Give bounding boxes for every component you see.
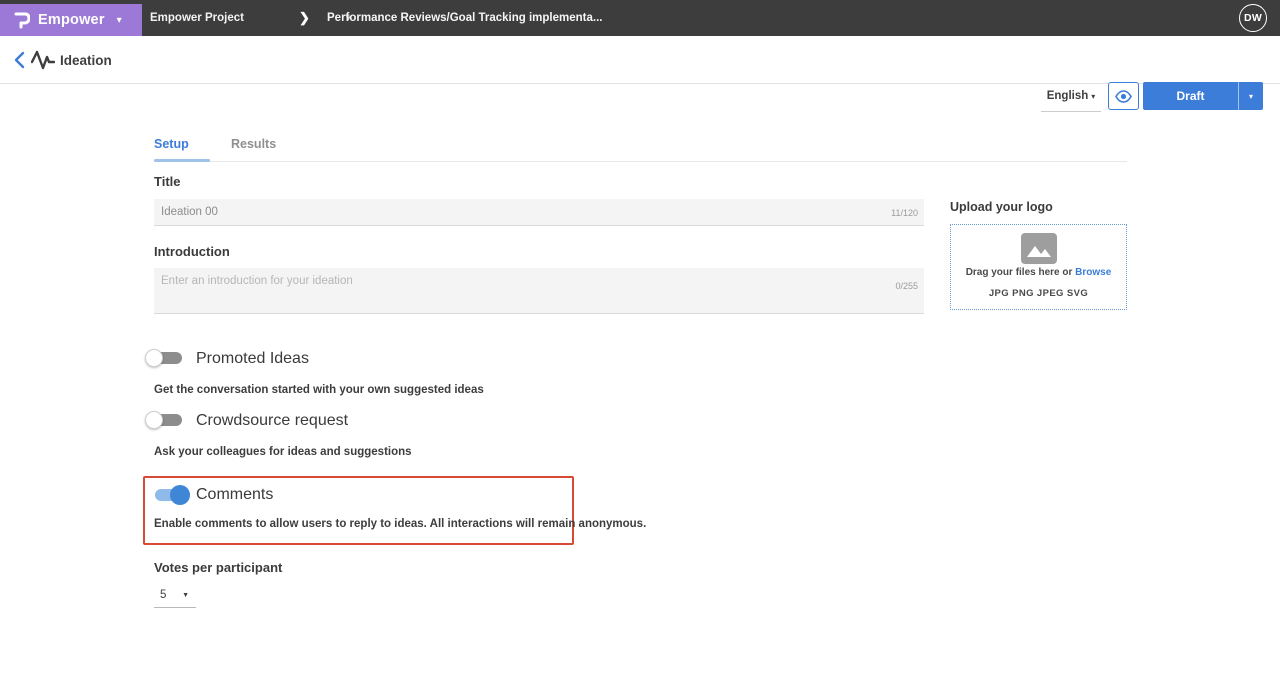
project-selector[interactable]: Empower Project ▾: [150, 0, 350, 36]
comments-caption: Enable comments to allow users to reply …: [154, 518, 647, 530]
chevron-down-icon: ▾: [116, 14, 122, 26]
language-selector[interactable]: English ▾: [1041, 86, 1101, 112]
status-split-button: Draft ▾: [1143, 82, 1263, 110]
dropzone-hint: Drag your files here or Browse: [951, 267, 1126, 278]
crowdsource-request-toggle[interactable]: [145, 409, 185, 431]
votes-select-value: 5: [160, 589, 167, 601]
title-char-counter: 11/120: [891, 208, 918, 218]
chevron-down-icon: ▼: [182, 592, 189, 599]
chevron-down-icon: ▾: [1248, 91, 1253, 101]
breadcrumb-chevron-icon: ❯: [299, 10, 310, 25]
tabs-divider: [154, 161, 1127, 162]
activity-pulse-icon: [31, 50, 55, 70]
title-field-wrap: 11/120: [154, 199, 924, 226]
votes-per-participant-select[interactable]: 5 ▼: [154, 586, 196, 608]
page-title: Ideation: [60, 53, 112, 68]
votes-per-participant-label: Votes per participant: [154, 560, 283, 575]
introduction-label: Introduction: [154, 244, 230, 259]
crowdsource-request-label: Crowdsource request: [196, 412, 349, 429]
promoted-ideas-toggle[interactable]: [145, 347, 185, 369]
crowdsource-request-caption: Ask your colleagues for ideas and sugges…: [154, 446, 412, 458]
empower-logo-icon: [14, 12, 30, 28]
active-tab-indicator: [154, 159, 210, 162]
language-selector-value: English: [1046, 90, 1089, 102]
promoted-ideas-label: Promoted Ideas: [196, 350, 309, 367]
introduction-char-counter: 0/255: [895, 281, 918, 291]
toggle-knob: [145, 349, 163, 367]
draft-status-button[interactable]: Draft: [1143, 82, 1239, 110]
logo-dropzone[interactable]: Drag your files here or Browse JPG PNG J…: [950, 224, 1127, 310]
toggle-knob: [170, 485, 190, 505]
eye-icon: [1115, 89, 1132, 103]
introduction-field-wrap: 0/255: [154, 268, 924, 314]
introduction-textarea[interactable]: [154, 268, 924, 314]
top-navigation-bar: Empower ▾ Empower Project ▾ ❯ Performanc…: [0, 0, 1280, 36]
toggle-knob: [145, 411, 163, 429]
upload-logo-label: Upload your logo: [950, 200, 1053, 214]
browse-link[interactable]: Browse: [1075, 267, 1111, 278]
comments-toggle[interactable]: [152, 484, 192, 506]
page: Empower ▾ Empower Project ▾ ❯ Performanc…: [0, 0, 1280, 700]
draft-status-caret[interactable]: ▾: [1239, 82, 1263, 110]
image-placeholder-icon: [1021, 233, 1057, 264]
project-selector-label: Empower Project: [150, 12, 244, 24]
breadcrumb[interactable]: Performance Reviews/Goal Tracking implem…: [327, 0, 602, 36]
promoted-ideas-caption: Get the conversation started with your o…: [154, 384, 484, 396]
title-input[interactable]: [154, 199, 924, 226]
title-label: Title: [154, 174, 181, 189]
comments-label: Comments: [196, 486, 274, 503]
brand-menu[interactable]: Empower ▾: [0, 4, 142, 36]
accepted-formats: JPG PNG JPEG SVG: [988, 288, 1089, 299]
avatar[interactable]: DW: [1239, 4, 1267, 32]
tab-results[interactable]: Results: [231, 137, 276, 151]
chevron-down-icon: ▾: [1091, 92, 1096, 101]
page-header: Ideation English ▾ Draft ▾: [0, 36, 1280, 112]
brand-name: Empower: [38, 12, 105, 28]
back-icon[interactable]: [11, 50, 29, 70]
preview-button[interactable]: [1108, 82, 1139, 110]
drag-text: Drag your files here or: [965, 267, 1076, 278]
tab-setup[interactable]: Setup: [154, 137, 189, 151]
